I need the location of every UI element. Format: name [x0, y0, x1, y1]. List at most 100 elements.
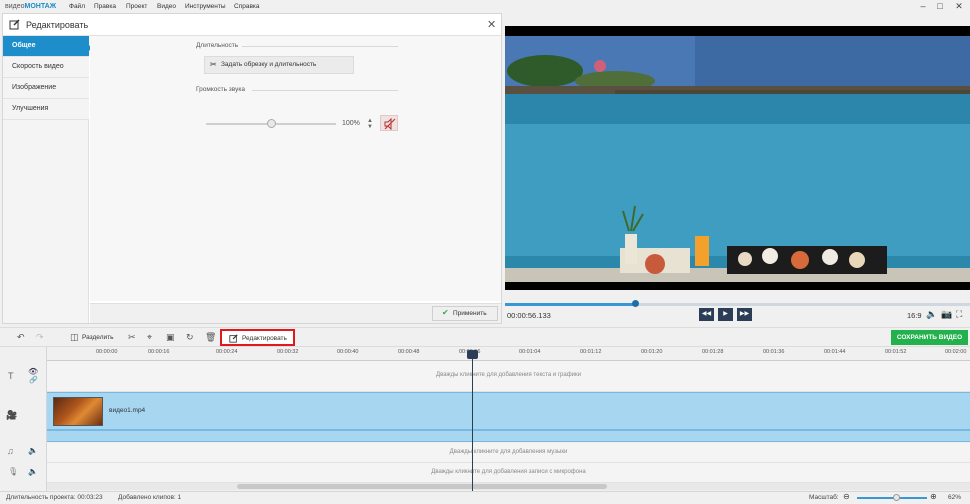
minimize-icon[interactable]: – — [916, 1, 930, 12]
edit-panel-title: Редактировать — [26, 20, 89, 30]
playhead-line — [472, 350, 473, 491]
video-preview[interactable] — [505, 26, 970, 290]
timeline-toolbar: ↶ ↷ ◫ Разделить ✂ ⌖ ▣ ↻ 🗑 Редактировать … — [0, 327, 970, 347]
menu-project[interactable]: Проект — [126, 3, 147, 10]
edit-button[interactable]: Редактировать — [220, 329, 295, 346]
menu-help[interactable]: Справка — [234, 3, 260, 10]
link-icon[interactable]: 🔗 — [29, 376, 38, 384]
divider — [242, 46, 398, 47]
prev-frame-icon[interactable]: ◀◀ — [699, 308, 714, 321]
zoom-slider-knob[interactable] — [893, 494, 900, 501]
undo-icon[interactable]: ↶ — [17, 332, 25, 343]
tick-label: 00:00:00 — [96, 349, 118, 355]
volume-value[interactable]: 100% — [342, 120, 360, 127]
status-bar: Длительность проекта: 00:03:23 Добавлено… — [0, 491, 970, 504]
zoom-label: Масштаб: — [809, 494, 839, 501]
progress-fill — [505, 303, 636, 306]
zoom-value: 62% — [948, 494, 962, 501]
window-close-icon[interactable]: ✕ — [952, 1, 966, 12]
video-track-icon: 🎥 — [6, 410, 18, 420]
music-track[interactable]: Дважды кликните для добавления музыки — [47, 443, 970, 463]
apply-button[interactable]: ✔ Применить — [432, 306, 498, 321]
tick-label: 00:02:00 — [945, 349, 967, 355]
music-track-hint: Дважды кликните для добавления музыки — [449, 449, 568, 455]
zoom-out-icon[interactable]: ⊖ — [843, 492, 850, 501]
trash-icon[interactable]: 🗑 — [205, 332, 216, 343]
app-title: видеоМОНТАЖ — [5, 3, 57, 10]
title-bar: видеоМОНТАЖ Файл Правка Проект Видео Инс… — [0, 0, 970, 13]
volume-spinner[interactable]: ▲ ▼ — [367, 118, 373, 130]
redo-icon[interactable]: ↷ — [36, 332, 44, 343]
music-volume-icon[interactable]: 🔈 — [28, 446, 38, 455]
tick-label: 00:01:36 — [763, 349, 785, 355]
scissors-icon[interactable]: ✂ — [128, 332, 136, 343]
mute-button[interactable] — [380, 115, 398, 131]
audio-waveform-line — [47, 429, 970, 431]
tick-label: 00:00:16 — [148, 349, 170, 355]
eye-icon[interactable]: 👁 — [28, 367, 38, 376]
player-controls: 00:00:56.133 ◀◀ ▶ ▶▶ 16:9 🔈 📷 ⛶ — [505, 290, 970, 326]
timeline-scrollbar[interactable] — [47, 483, 970, 490]
frame-icon[interactable]: ▣ — [166, 332, 175, 343]
playhead-handle[interactable] — [467, 350, 478, 359]
sidebar-item-improvements[interactable]: Улучшения — [3, 99, 89, 120]
track-headers: T 👁 🔗 🎥 ♫ 🔈 🎙 🔈 — [0, 347, 47, 491]
menu-edit[interactable]: Правка — [94, 3, 116, 10]
text-track-hint: Дважды кликните для добавления текста и … — [436, 372, 581, 378]
rotate-icon[interactable]: ↻ — [186, 332, 194, 343]
divider — [252, 90, 398, 91]
zoom-slider-track[interactable] — [857, 497, 927, 499]
camera-snapshot-icon[interactable]: 📷 — [941, 309, 952, 320]
menu-video[interactable]: Видео — [157, 3, 176, 10]
current-time: 00:00:56.133 — [507, 311, 551, 320]
mic-volume-icon[interactable]: 🔈 — [28, 467, 38, 476]
preview-frame-image — [505, 26, 970, 290]
fullscreen-icon[interactable]: ⛶ — [956, 309, 962, 320]
scrollbar-thumb[interactable] — [237, 484, 607, 489]
music-track-icon: ♫ — [7, 446, 14, 456]
play-icon[interactable]: ▶ — [718, 308, 733, 321]
clip-thumbnail[interactable] — [53, 397, 103, 426]
sidebar-item-speed[interactable]: Скорость видео — [3, 57, 89, 78]
microphone-track[interactable]: Дважды кликните для добавления записи с … — [47, 463, 970, 483]
split-icon[interactable]: ◫ — [70, 332, 79, 343]
volume-slider-knob[interactable] — [267, 119, 276, 128]
tick-label: 00:00:32 — [277, 349, 299, 355]
aspect-ratio-selector[interactable]: 16:9 — [907, 311, 922, 320]
duration-label: Длительность — [196, 42, 239, 49]
close-icon[interactable]: ✕ — [487, 18, 496, 31]
video-track[interactable]: видео1.mp4 — [47, 392, 970, 442]
sidebar-item-image[interactable]: Изображение — [3, 78, 89, 99]
timeline-ruler[interactable]: 00:00:00 00:00:16 00:00:24 00:00:32 00:0… — [47, 347, 970, 361]
scissors-icon: ✂ — [210, 60, 217, 69]
menu-tools[interactable]: Инструменты — [185, 3, 226, 10]
tick-label: 00:01:04 — [519, 349, 541, 355]
clip-name: видео1.mp4 — [109, 407, 146, 414]
zoom-in-icon[interactable]: ⊕ — [930, 492, 937, 501]
trim-duration-button[interactable]: ✂ Задать обрезку и длительность — [204, 56, 354, 74]
check-icon: ✔ — [442, 308, 449, 317]
pencil-edit-icon — [229, 334, 238, 343]
edit-panel-footer: ✔ Применить — [90, 303, 501, 323]
project-duration: Длительность проекта: 00:03:23 — [6, 494, 103, 501]
next-frame-icon[interactable]: ▶▶ — [737, 308, 752, 321]
edit-panel-header: Редактировать ✕ — [3, 14, 501, 36]
tick-label: 00:00:24 — [216, 349, 238, 355]
crop-icon[interactable]: ⌖ — [147, 332, 152, 343]
trim-button-label: Задать обрезку и длительность — [221, 61, 317, 68]
maximize-icon[interactable]: □ — [933, 1, 947, 12]
sidebar-item-general[interactable]: Общее — [3, 36, 89, 57]
save-video-button[interactable]: СОХРАНИТЬ ВИДЕО — [891, 330, 968, 345]
menu-file[interactable]: Файл — [69, 3, 85, 10]
edit-sidebar: Общее Скорость видео Изображение Улучшен… — [3, 36, 89, 323]
volume-icon[interactable]: 🔈 — [926, 309, 937, 320]
apply-button-label: Применить — [453, 310, 487, 317]
split-button-label[interactable]: Разделить — [82, 334, 113, 341]
tick-label: 00:01:20 — [641, 349, 663, 355]
mic-track-hint: Дважды кликните для добавления записи с … — [431, 469, 586, 475]
edit-content: Длительность ✂ Задать обрезку и длительн… — [90, 36, 501, 301]
edit-panel: Редактировать ✕ Общее Скорость видео Изо… — [2, 13, 502, 324]
tick-label: 00:00:40 — [337, 349, 359, 355]
tick-label: 00:00:48 — [398, 349, 420, 355]
text-track[interactable]: Дважды кликните для добавления текста и … — [47, 361, 970, 392]
